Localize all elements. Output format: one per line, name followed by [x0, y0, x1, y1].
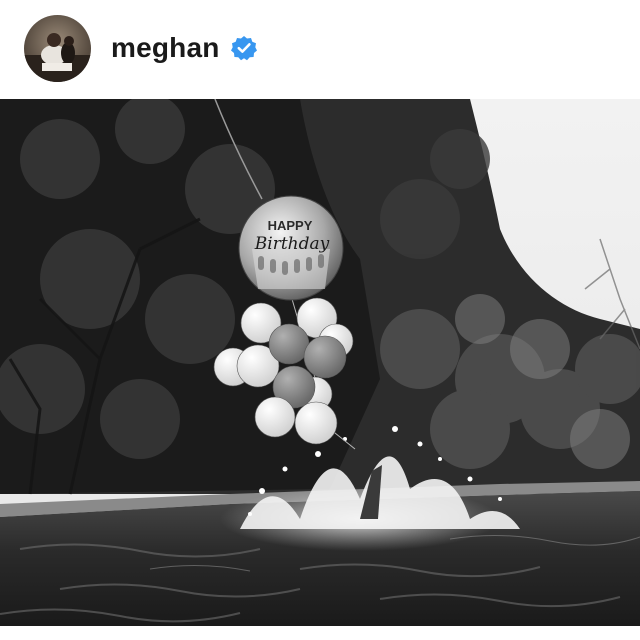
balloon-text-birthday: Birthday: [254, 234, 330, 254]
username[interactable]: meghan: [111, 34, 220, 62]
post-footer: [0, 626, 640, 640]
birthday-pool-photo: HAPPY Birthday: [0, 99, 640, 626]
balloon-text-happy: HAPPY: [268, 218, 313, 233]
post-header: meghan: [0, 0, 640, 96]
post-photo[interactable]: HAPPY Birthday: [0, 99, 640, 626]
profile-photo-icon: [24, 14, 91, 82]
verified-badge-icon: [230, 35, 257, 61]
avatar[interactable]: [24, 14, 91, 82]
